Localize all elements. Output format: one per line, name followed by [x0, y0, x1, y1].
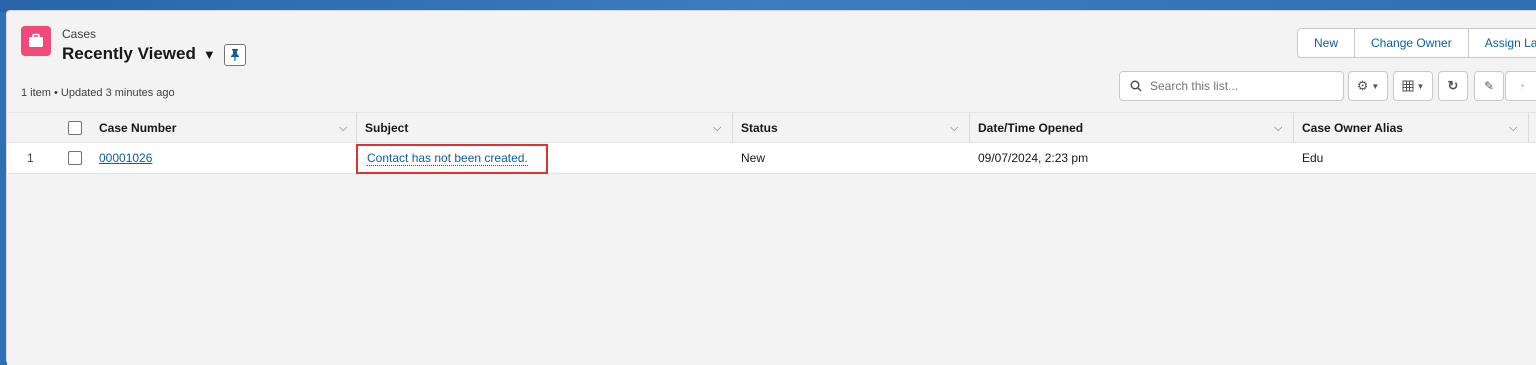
gear-icon: ⚙ — [1356, 78, 1369, 93]
column-header-owner-alias[interactable]: Case Owner Alias — [1302, 113, 1403, 142]
display-as-button[interactable]: ▼ — [1393, 71, 1433, 101]
pin-icon — [231, 49, 239, 61]
date-opened-cell: 09/07/2024, 2:23 pm — [978, 151, 1089, 165]
case-number-cell: 00001026 — [99, 143, 152, 173]
edit-list-button[interactable]: ✎ — [1474, 71, 1504, 101]
chevron-down-icon[interactable]: ⌵ — [950, 122, 958, 135]
chevron-down-icon[interactable]: ⌵ — [713, 122, 721, 135]
chevron-down-icon: ▼ — [1371, 81, 1380, 91]
list-view-picker[interactable]: Recently Viewed ▼ — [62, 44, 216, 64]
row-number: 1 — [27, 151, 34, 165]
list-meta-info: 1 item • Updated 3 minutes ago — [21, 87, 175, 99]
row-select-checkbox[interactable] — [68, 143, 82, 173]
column-divider — [356, 113, 357, 142]
chevron-down-icon[interactable]: ⌵ — [339, 122, 347, 135]
list-view-name: Recently Viewed — [62, 44, 196, 63]
change-owner-button[interactable]: Change Owner — [1354, 28, 1469, 58]
list-view-card: Cases Recently Viewed ▼ 1 item • Updated… — [6, 10, 1536, 365]
refresh-icon: ↻ — [1447, 78, 1459, 93]
charts-button[interactable]: ◔ — [1505, 71, 1536, 101]
column-header-case-number[interactable]: Case Number — [99, 113, 176, 142]
subject-link[interactable]: Contact has not been created. — [367, 151, 528, 166]
caret-down-icon: ▼ — [202, 46, 216, 62]
chart-icon: ◔ — [1517, 79, 1526, 93]
column-divider — [1528, 113, 1529, 142]
table-row: 1 00001026 Contact has not been created.… — [7, 143, 1536, 174]
case-number-link[interactable]: 00001026 — [99, 151, 152, 165]
search-box — [1119, 71, 1344, 101]
column-header-status[interactable]: Status — [741, 113, 778, 142]
empty-list-area — [7, 175, 1536, 365]
search-icon — [1130, 80, 1142, 92]
assign-label-button[interactable]: Assign Lab — [1467, 28, 1536, 58]
table-icon — [1402, 80, 1414, 92]
pencil-icon: ✎ — [1483, 79, 1495, 93]
list-view-header: Cases Recently Viewed ▼ 1 item • Updated… — [7, 11, 1536, 111]
column-header-date-opened[interactable]: Date/Time Opened — [978, 113, 1083, 142]
owner-alias-cell: Edu — [1302, 151, 1324, 165]
list-settings-button[interactable]: ⚙ ▼ — [1348, 71, 1388, 101]
object-label: Cases — [62, 27, 97, 41]
table-header-row: Case Number ⌵ Subject ⌵ Status ⌵ Date/Ti… — [7, 112, 1536, 143]
refresh-button[interactable]: ↻ — [1438, 71, 1468, 101]
subject-cell: Contact has not been created. — [367, 143, 528, 173]
column-divider — [732, 113, 733, 142]
cases-table: Case Number ⌵ Subject ⌵ Status ⌵ Date/Ti… — [7, 112, 1536, 174]
chevron-down-icon[interactable]: ⌵ — [1274, 122, 1282, 135]
search-input[interactable] — [1148, 78, 1328, 94]
status-cell: New — [741, 151, 766, 165]
chevron-down-icon[interactable]: ⌵ — [1509, 122, 1517, 135]
chevron-down-icon: ▼ — [1416, 81, 1425, 91]
column-divider — [969, 113, 970, 142]
briefcase-icon — [21, 26, 51, 56]
new-button[interactable]: New — [1297, 28, 1356, 58]
select-all-checkbox[interactable] — [68, 113, 82, 142]
pin-button[interactable] — [224, 44, 246, 66]
action-button-group: New Change Owner Assign Lab — [1297, 28, 1536, 58]
column-divider — [1293, 113, 1294, 142]
column-header-subject[interactable]: Subject — [365, 113, 408, 142]
